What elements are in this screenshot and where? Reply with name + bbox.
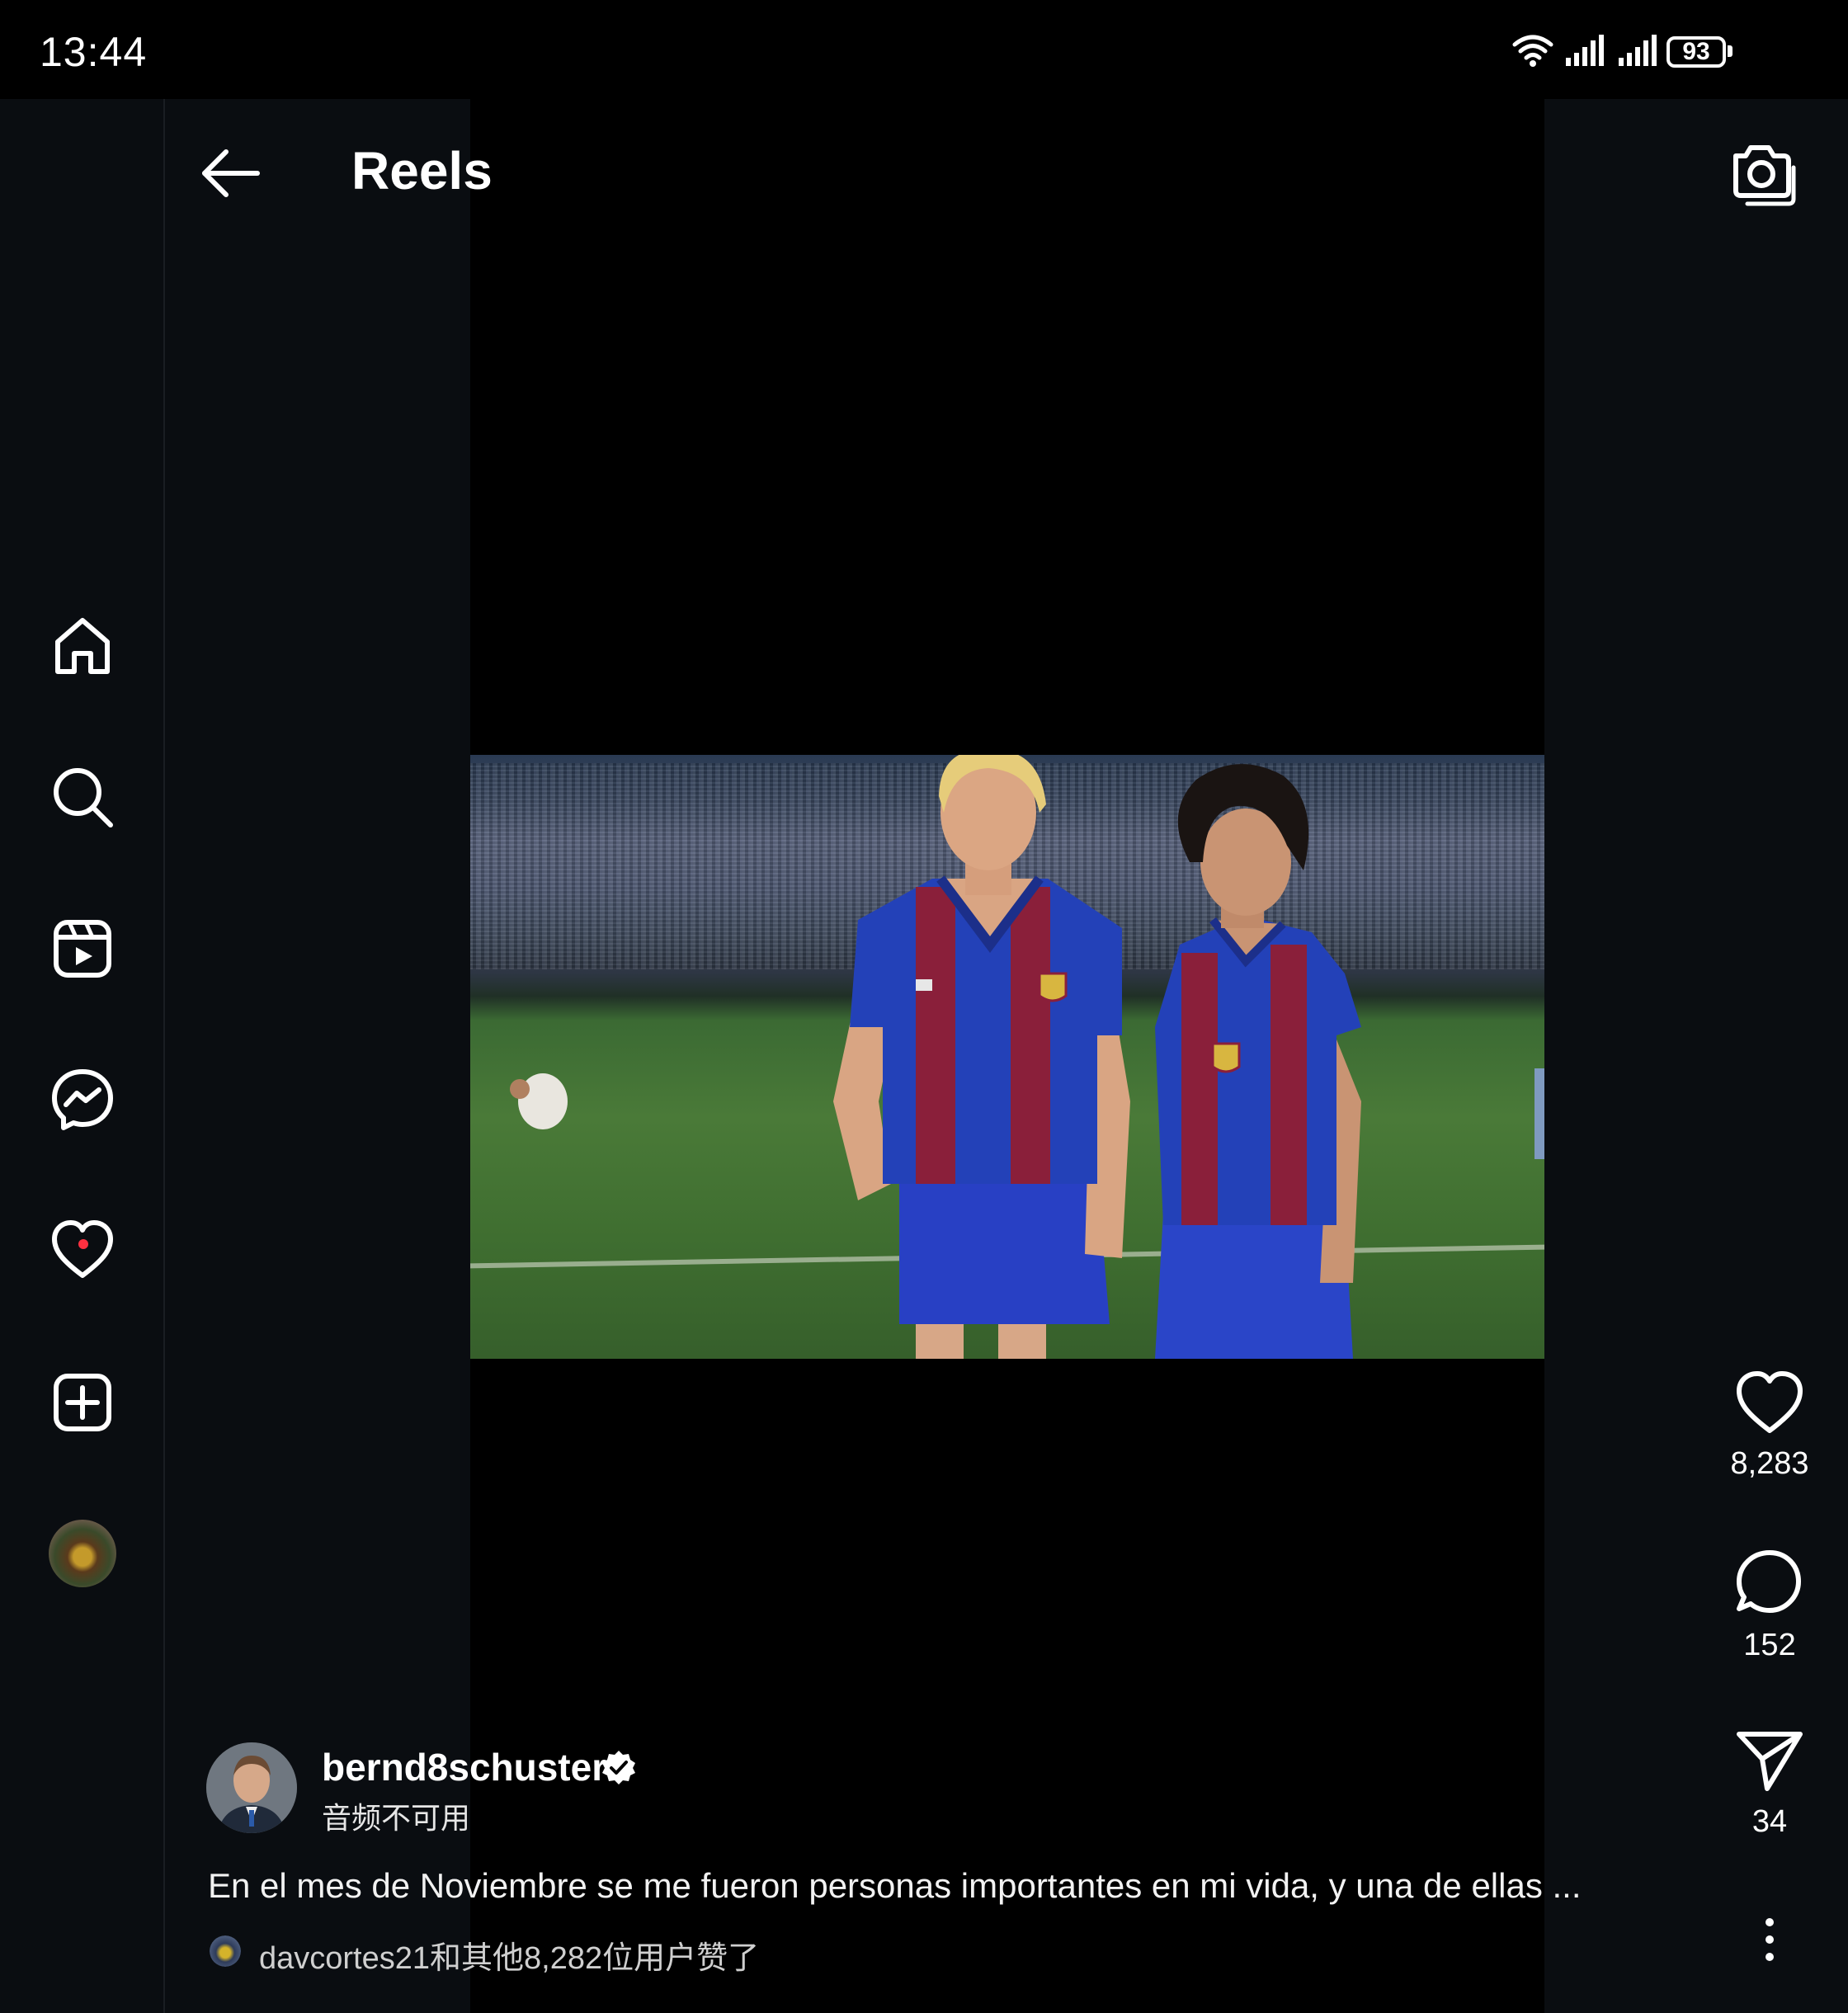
- author-avatar[interactable]: [206, 1742, 297, 1833]
- avatar: [210, 1935, 241, 1967]
- nav-messenger[interactable]: [41, 1058, 124, 1141]
- messenger-icon: [52, 1069, 113, 1130]
- status-time: 13:44: [40, 29, 148, 75]
- nav-home[interactable]: [41, 604, 124, 686]
- like-count: 8,283: [1730, 1446, 1809, 1481]
- camera-icon: [1733, 145, 1796, 206]
- plus-square-icon: [54, 1374, 111, 1431]
- page-title: Reels: [351, 141, 493, 200]
- reels-icon: [54, 920, 111, 978]
- nav-notifications[interactable]: [41, 1209, 124, 1292]
- wifi-icon: [1512, 35, 1553, 67]
- search-icon: [54, 768, 113, 827]
- nav-reels[interactable]: [41, 908, 124, 990]
- verified-badge-icon: [602, 1751, 635, 1784]
- back-button[interactable]: [198, 140, 280, 206]
- comment-count: 152: [1743, 1628, 1796, 1662]
- liked-by-text[interactable]: davcortes21和其他8,282位用户赞了: [259, 1932, 759, 1978]
- comment-icon: [1737, 1550, 1801, 1613]
- nav-profile[interactable]: [41, 1512, 124, 1595]
- arrow-left-icon: [202, 149, 260, 197]
- avatar: [206, 1742, 297, 1833]
- more-options-button[interactable]: [1749, 1911, 1790, 1968]
- liked-by-avatar: [210, 1935, 241, 1967]
- cell-signal-icon: [1566, 35, 1604, 66]
- battery-level: 93: [1682, 38, 1710, 65]
- audio-status: 音频不可用: [322, 1801, 471, 1835]
- notification-dot: [78, 1239, 88, 1249]
- share-count: 34: [1751, 1804, 1788, 1839]
- author-username[interactable]: bernd8schuster: [322, 1745, 606, 1789]
- cell-signal-icon: [1619, 35, 1657, 66]
- heart-icon: [1737, 1371, 1803, 1433]
- like-button[interactable]: 8,283: [1720, 1370, 1819, 1482]
- instagram-reels-screen: 13:44 93 Reels 8,283 152 34 bernd8schust…: [0, 0, 1848, 2013]
- more-vertical-icon: [1766, 1918, 1774, 1961]
- status-bar: 13:44 93: [0, 0, 1848, 99]
- reel-photo: [470, 755, 1544, 1359]
- avatar: [49, 1520, 116, 1587]
- post-caption[interactable]: En el mes de Noviembre se me fueron pers…: [208, 1866, 1693, 1906]
- send-icon: [1737, 1732, 1803, 1791]
- nav-search[interactable]: [41, 756, 124, 838]
- comment-button[interactable]: 152: [1720, 1546, 1819, 1663]
- nav-rail: [0, 99, 165, 2013]
- nav-create[interactable]: [41, 1361, 124, 1444]
- camera-button[interactable]: [1724, 136, 1807, 210]
- home-icon: [55, 618, 110, 674]
- heart-icon: [52, 1220, 113, 1278]
- players-illustration: [510, 755, 1544, 1359]
- share-button[interactable]: 34: [1720, 1728, 1819, 1840]
- battery-icon: 93: [1666, 36, 1732, 68]
